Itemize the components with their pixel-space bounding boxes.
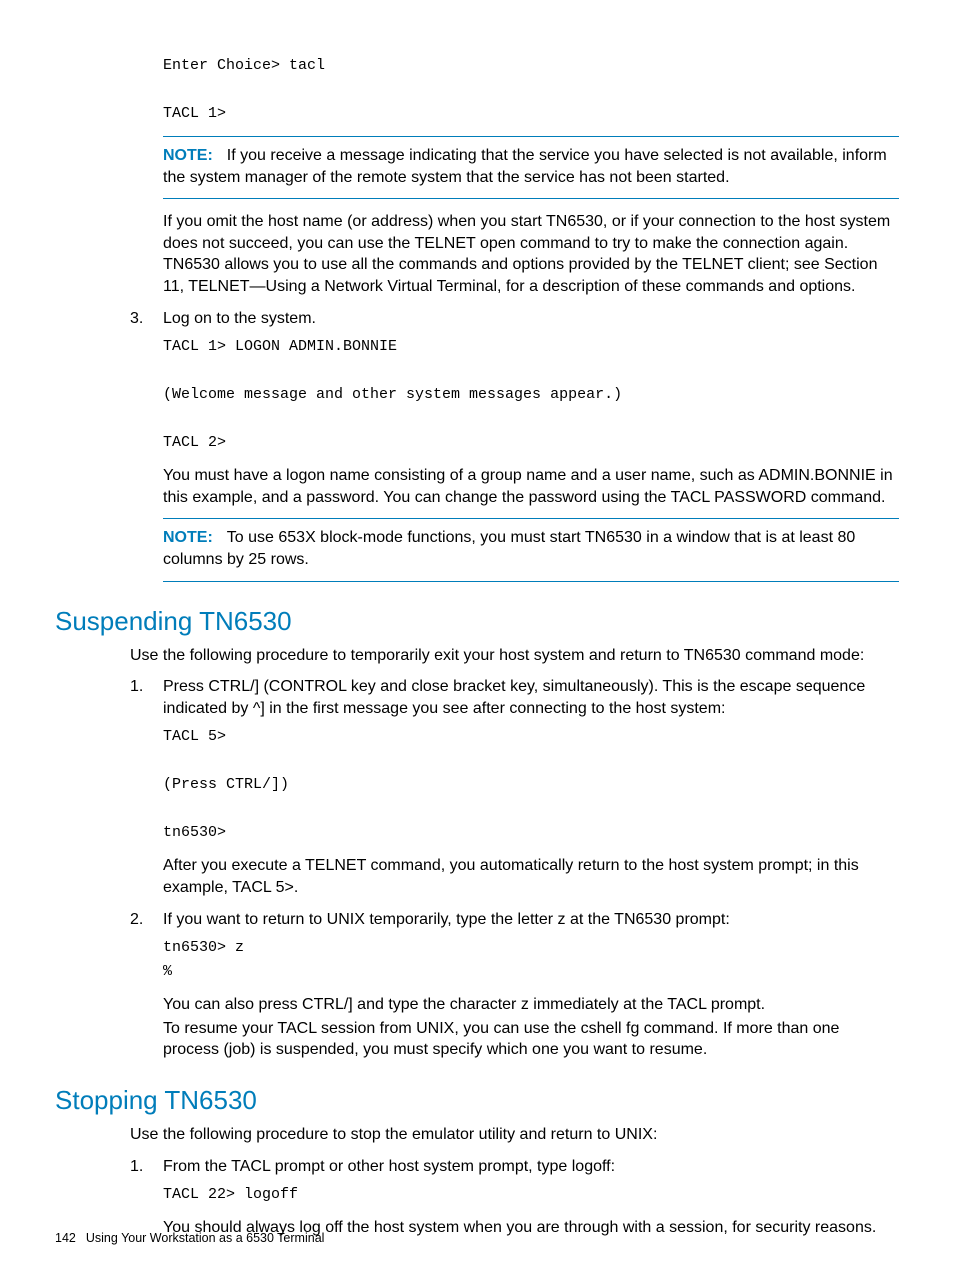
heading-stopping: Stopping TN6530	[55, 1083, 899, 1118]
heading-suspending: Suspending TN6530	[55, 604, 899, 639]
note-text: To use 653X block-mode functions, you mu…	[163, 529, 855, 568]
code-logoff: TACL 22> logoff	[163, 1183, 899, 1207]
stop-step-1: 1. From the TACL prompt or other host sy…	[130, 1156, 899, 1178]
note-service-unavailable: NOTE:If you receive a message indicating…	[163, 136, 899, 199]
page-number: 142	[55, 1231, 86, 1245]
code-ctrl-bracket: TACL 5> (Press CTRL/]) tn6530>	[163, 725, 899, 845]
step-number: 1.	[130, 1156, 163, 1178]
step-text: Log on to the system.	[163, 308, 899, 330]
para-omit-host: If you omit the host name (or address) w…	[163, 211, 899, 297]
footer-title: Using Your Workstation as a 6530 Termina…	[86, 1231, 325, 1245]
para-suspend-intro: Use the following procedure to temporari…	[130, 645, 899, 667]
note-text: If you receive a message indicating that…	[163, 147, 887, 186]
para-ctrl-z: You can also press CTRL/] and type the c…	[163, 994, 899, 1016]
para-telnet-return: After you execute a TELNET command, you …	[163, 855, 899, 898]
step-text: If you want to return to UNIX temporaril…	[163, 909, 899, 931]
suspend-step-1: 1. Press CTRL/] (CONTROL key and close b…	[130, 676, 899, 719]
note-label: NOTE:	[163, 529, 227, 546]
code-logon: TACL 1> LOGON ADMIN.BONNIE (Welcome mess…	[163, 335, 899, 455]
step-number: 1.	[130, 676, 163, 719]
code-z: tn6530> z %	[163, 936, 899, 984]
para-fg: To resume your TACL session from UNIX, y…	[163, 1018, 899, 1061]
note-block-mode: NOTE:To use 653X block-mode functions, y…	[163, 518, 899, 581]
step-number: 3.	[130, 308, 163, 330]
step-3: 3. Log on to the system.	[130, 308, 899, 330]
page-footer: 142Using Your Workstation as a 6530 Term…	[55, 1230, 324, 1247]
step-text: Press CTRL/] (CONTROL key and close brac…	[163, 676, 899, 719]
step-text: From the TACL prompt or other host syste…	[163, 1156, 899, 1178]
para-stop-intro: Use the following procedure to stop the …	[130, 1124, 899, 1146]
suspend-step-2: 2. If you want to return to UNIX tempora…	[130, 909, 899, 931]
code-enter-choice: Enter Choice> tacl TACL 1>	[163, 54, 899, 126]
para-logon-name: You must have a logon name consisting of…	[163, 465, 899, 508]
step-number: 2.	[130, 909, 163, 931]
note-label: NOTE:	[163, 147, 227, 164]
